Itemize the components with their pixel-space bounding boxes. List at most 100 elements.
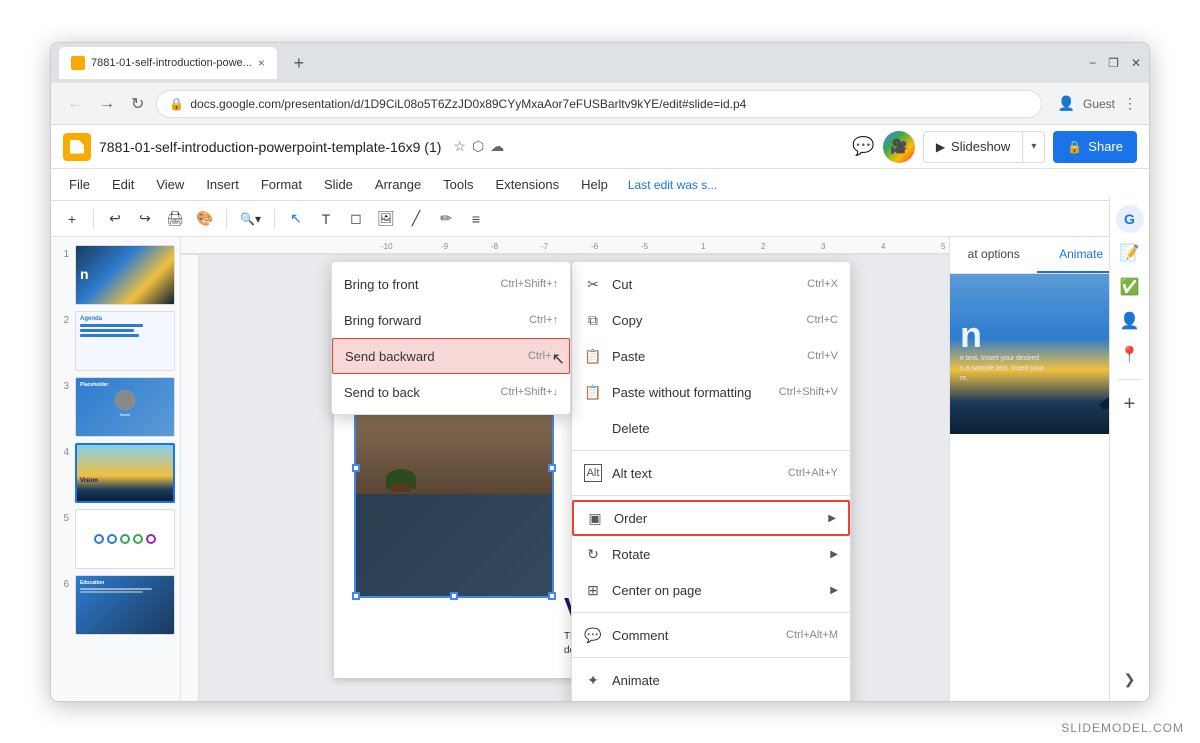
sub-bring-forward[interactable]: Bring forward Ctrl+↑ (332, 302, 570, 338)
minimize-btn[interactable]: − (1089, 56, 1096, 70)
gws-tasks-icon[interactable]: ✅ (1116, 273, 1144, 301)
handle-mr[interactable] (548, 464, 556, 472)
slideshow-main-btn[interactable]: ▶ Slideshow (924, 132, 1024, 162)
drive-icon[interactable]: ⬡ (472, 138, 484, 155)
menu-edit[interactable]: Edit (102, 173, 144, 196)
menu-extensions[interactable]: Extensions (486, 173, 570, 196)
toolbar-shape-btn[interactable]: ◻ (343, 206, 369, 232)
sub-send-to-back[interactable]: Send to back Ctrl+Shift+↓ (332, 374, 570, 410)
ctx-animate-label: Animate (612, 673, 838, 688)
last-edit-indicator[interactable]: Last edit was s... (628, 178, 717, 192)
ctx-alt-text-label: Alt text (612, 466, 778, 481)
toolbar-line-btn[interactable]: ╱ (403, 206, 429, 232)
slide-img-5[interactable] (75, 509, 175, 569)
menu-tools[interactable]: Tools (433, 173, 483, 196)
toolbar-paint-btn[interactable]: 🎨 (192, 206, 218, 232)
toolbar-text-btn[interactable]: T (313, 206, 339, 232)
paste-icon: 📋 (584, 347, 602, 365)
ctx-comment[interactable]: 💬 Comment Ctrl+Alt+M (572, 617, 850, 653)
slide-img-2[interactable]: Agenda (75, 311, 175, 371)
profile-icon[interactable]: 👤 (1058, 95, 1075, 112)
ctx-animate[interactable]: ✦ Animate (572, 662, 850, 698)
menu-format[interactable]: Format (251, 173, 312, 196)
gws-docs-icon[interactable]: G (1116, 205, 1144, 233)
gws-maps-icon[interactable]: 📍 (1116, 341, 1144, 369)
gws-keep-icon[interactable]: 📝 (1116, 239, 1144, 267)
ctx-cut-label: Cut (612, 277, 797, 292)
handle-bl[interactable] (352, 592, 360, 600)
ctx-center-on-page[interactable]: ⊞ Center on page ▶ (572, 572, 850, 608)
menu-arrange[interactable]: Arrange (365, 173, 431, 196)
slide-thumb-3[interactable]: 3 Placeholder Name (57, 377, 174, 437)
slide-img-4[interactable]: Vision (75, 443, 175, 503)
slide-thumb-5[interactable]: 5 (57, 509, 174, 569)
toolbar-format-btn[interactable]: ≡ (463, 206, 489, 232)
toolbar-pen-btn[interactable]: ✏ (433, 206, 459, 232)
menu-file[interactable]: File (59, 173, 100, 196)
ctx-copy[interactable]: ⧉ Copy Ctrl+C (572, 302, 850, 338)
ctx-rotate[interactable]: ↻ Rotate ▶ (572, 536, 850, 572)
tab-favicon (71, 56, 85, 70)
sub-send-backward[interactable]: Send backward Ctrl+↓ ↖ (332, 338, 570, 374)
gws-contacts-icon[interactable]: 👤 (1116, 307, 1144, 335)
ctx-center-label: Center on page (612, 583, 820, 598)
slideshow-dropdown-btn[interactable]: ▾ (1023, 132, 1044, 162)
ctx-paste[interactable]: 📋 Paste Ctrl+V (572, 338, 850, 374)
menu-view[interactable]: View (146, 173, 194, 196)
tab-close-btn[interactable]: × (258, 56, 265, 70)
handle-br[interactable] (548, 592, 556, 600)
toolbar-image-btn[interactable]: 🖼 (373, 206, 399, 232)
meet-btn[interactable]: 🎥 (883, 131, 915, 163)
slide-thumb-2[interactable]: 2 Agenda (57, 311, 174, 371)
back-btn[interactable]: ← (63, 93, 87, 115)
ctx-cut[interactable]: ✂ Cut Ctrl+X (572, 266, 850, 302)
close-btn[interactable]: ✕ (1131, 56, 1141, 70)
slide-img-3[interactable]: Placeholder Name (75, 377, 175, 437)
cut-icon: ✂ (584, 275, 602, 293)
menu-insert[interactable]: Insert (196, 173, 249, 196)
slide-thumb-4[interactable]: 4 Vision (57, 443, 174, 503)
browser-window: 7881-01-self-introduction-powe... × + − … (50, 42, 1150, 702)
comment-icon[interactable]: 💬 (852, 136, 874, 157)
handle-ml[interactable] (352, 464, 360, 472)
toolbar-sep-2 (226, 209, 227, 229)
ctx-paste-no-format[interactable]: 📋 Paste without formatting Ctrl+Shift+V (572, 374, 850, 410)
forward-btn[interactable]: → (95, 93, 119, 115)
doc-title: 7881-01-self-introduction-powerpoint-tem… (99, 139, 441, 155)
toolbar-print-btn[interactable]: 🖨 (162, 206, 188, 232)
toolbar-cursor-btn[interactable]: ↖ (283, 206, 309, 232)
toolbar-redo-btn[interactable]: ↪ (132, 206, 158, 232)
share-btn[interactable]: 🔒 Share (1053, 131, 1137, 163)
toolbar-zoom-select[interactable]: 🔍▾ (235, 206, 266, 232)
menu-help[interactable]: Help (571, 173, 618, 196)
ctx-delete[interactable]: Delete (572, 410, 850, 446)
menu-dots-icon[interactable]: ⋮ (1123, 95, 1137, 112)
address-box[interactable]: 🔒 docs.google.com/presentation/d/1D9CiL0… (156, 90, 1041, 118)
order-submenu: Bring to front Ctrl+Shift+↑ Bring forwar… (331, 261, 571, 415)
handle-bm[interactable] (450, 592, 458, 600)
reload-btn[interactable]: ↻ (127, 92, 148, 116)
new-tab-btn[interactable]: + (285, 49, 313, 77)
slide-img-6[interactable]: Education (75, 575, 175, 635)
slide-thumb-1[interactable]: 1 n (57, 245, 174, 305)
gws-add-icon[interactable]: + (1116, 390, 1144, 418)
browser-tab[interactable]: 7881-01-self-introduction-powe... × (59, 47, 277, 79)
slide-thumb-6[interactable]: 6 Education (57, 575, 174, 635)
menu-slide[interactable]: Slide (314, 173, 363, 196)
tab-format-options[interactable]: at options (950, 237, 1037, 273)
ctx-alt-text[interactable]: Alt Alt text Ctrl+Alt+Y (572, 455, 850, 491)
app-bar-right: 💬 🎥 ▶ Slideshow ▾ 🔒 Share (852, 131, 1137, 163)
slide-img-1[interactable]: n (75, 245, 175, 305)
toolbar-undo-btn[interactable]: ↩ (102, 206, 128, 232)
paste-nf-icon: 📋 (584, 383, 602, 401)
sub-bring-to-front[interactable]: Bring to front Ctrl+Shift+↑ (332, 266, 570, 302)
star-icon[interactable]: ☆ (453, 138, 466, 155)
cloud-icon[interactable]: ☁ (490, 138, 504, 155)
center-arrow-icon: ▶ (830, 585, 838, 596)
ctx-order[interactable]: ▣ Order ▶ (572, 500, 850, 536)
rotate-arrow-icon: ▶ (830, 549, 838, 560)
toolbar-add-btn[interactable]: + (59, 206, 85, 232)
restore-btn[interactable]: ❐ (1108, 56, 1119, 70)
gws-expand-icon[interactable]: ❯ (1116, 665, 1144, 693)
cursor-pointer-icon: ↖ (552, 349, 565, 369)
